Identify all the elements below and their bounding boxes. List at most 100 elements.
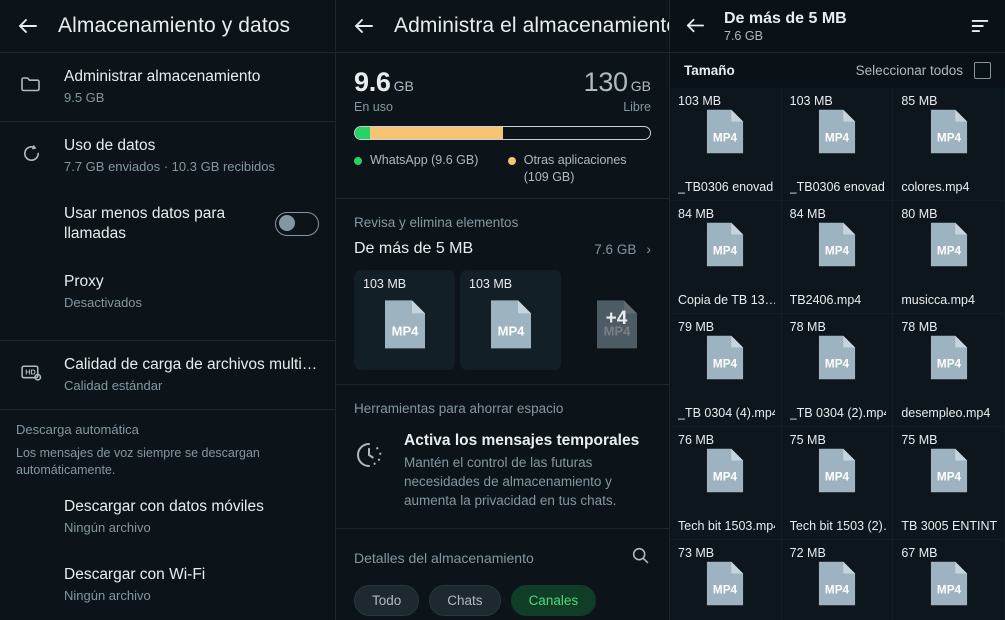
item-title: Uso de datos: [64, 137, 156, 154]
sidebar-item-proxy[interactable]: Proxy Desactivados: [0, 258, 335, 326]
free-unit: GB: [630, 78, 651, 94]
file-cell[interactable]: 67 MB MP4: [893, 540, 1005, 620]
sort-label[interactable]: Tamaño: [684, 63, 735, 78]
file-size: 76 MB: [678, 433, 715, 447]
legend-dot: [354, 157, 362, 165]
page-title: De más de 5 MB: [724, 9, 847, 27]
chip-canales[interactable]: Canales: [510, 585, 597, 616]
used-label: En uso: [354, 100, 393, 114]
mp4-file-icon: MP4: [705, 447, 745, 499]
sidebar-item-data-usage[interactable]: Uso de datos 7.7 GB enviados · 10.3 GB r…: [0, 122, 335, 190]
more-count-label: +4: [605, 307, 628, 329]
mp4-file-icon: MP4: [705, 221, 745, 273]
app-screen: Almacenamiento y datos Administrar almac…: [0, 0, 1005, 620]
low-data-calls-toggle[interactable]: [275, 212, 319, 236]
preview-tile[interactable]: 103 MB MP4: [354, 270, 455, 370]
storage-bar-whatsapp-segment: [355, 127, 370, 139]
legend-item-other-apps: Otras aplicaciones (109 GB): [507, 152, 651, 186]
mp4-file-icon: MP4: [817, 447, 857, 499]
mid-appbar: Administra el almacenamiento: [336, 0, 669, 52]
search-icon[interactable]: [630, 545, 651, 571]
used-value: 9.6: [354, 67, 391, 97]
page-title: Administra el almacenamiento: [394, 14, 670, 37]
file-size: 79 MB: [678, 320, 715, 334]
mp4-file-icon: MP4: [817, 221, 857, 273]
chip-todo[interactable]: Todo: [354, 585, 420, 616]
storage-details-label: Detalles del almacenamiento: [354, 550, 534, 566]
file-cell[interactable]: 103 MB MP4 _TB0306 enovad…: [781, 88, 894, 201]
chevron-right-icon: ›: [646, 241, 651, 257]
file-cell[interactable]: 76 MB MP4 Tech bit 1503.mp4: [670, 427, 782, 540]
file-name: Tech bit 1503 (2)…: [789, 519, 887, 533]
item-title: Usar menos datos para llamadas: [64, 205, 226, 242]
file-cell[interactable]: 78 MB MP4 desempleo.mp4: [893, 314, 1005, 427]
storage-summary: 9.6 GB En uso 130 GB Libre WhatsApp (9.6 G…: [336, 53, 669, 198]
hd-settings-icon: HD: [16, 357, 46, 387]
svg-text:MP4: MP4: [713, 131, 738, 144]
file-name: _TB 0304 (2).mp4: [789, 406, 887, 420]
mp4-file-icon: MP4: [929, 221, 969, 273]
back-arrow-icon[interactable]: [352, 14, 376, 38]
back-arrow-icon[interactable]: [16, 14, 40, 38]
item-subtitle: 7.7 GB enviados · 10.3 GB recibidos: [64, 159, 276, 174]
file-cell[interactable]: 75 MB MP4 TB 3005 ENTINT…: [893, 427, 1005, 540]
file-cell[interactable]: 73 MB MP4: [670, 540, 782, 620]
mp4-file-icon: MP4: [929, 560, 969, 612]
file-cell[interactable]: 79 MB MP4 _TB 0304 (4).mp4: [670, 314, 782, 427]
svg-text:MP4: MP4: [937, 357, 962, 370]
file-cell[interactable]: 84 MB MP4 TB2406.mp4: [781, 201, 894, 314]
mp4-file-icon: MP4: [929, 447, 969, 499]
mp4-file-icon: MP4: [929, 108, 969, 160]
file-name: Copia de TB 13…: [678, 293, 775, 307]
tile-size: 103 MB: [363, 277, 407, 291]
chip-chats[interactable]: Chats: [429, 585, 501, 616]
large-files-pane: De más de 5 MB 7.6 GB Tamaño Seleccionar…: [670, 0, 1005, 620]
file-name: desempleo.mp4: [901, 406, 991, 420]
file-name: TB 3005 ENTINT…: [901, 519, 998, 533]
toggle-knob: [279, 215, 295, 231]
file-grid: 103 MB MP4 _TB0306 enovad… 103 MB MP4 _TB0306…: [670, 88, 1005, 620]
mp4-file-icon: MP4: [705, 560, 745, 612]
sidebar-item-download-wifi[interactable]: Descargar con Wi-Fi Ningún archivo: [0, 551, 335, 619]
file-cell[interactable]: 75 MB MP4 Tech bit 1503 (2)…: [781, 427, 894, 540]
file-cell[interactable]: 85 MB MP4 colores.mp4: [893, 88, 1005, 201]
item-title: Administrar almacenamiento: [64, 68, 261, 85]
file-cell[interactable]: 78 MB MP4 _TB 0304 (2).mp4: [781, 314, 894, 427]
select-all-checkbox[interactable]: [974, 62, 991, 79]
mp4-file-icon: MP4: [705, 334, 745, 386]
file-cell[interactable]: 103 MB MP4 _TB0306 enovad…: [670, 88, 782, 201]
select-all-label[interactable]: Seleccionar todos: [856, 63, 963, 78]
item-title: Descargar con Wi-Fi: [64, 566, 206, 583]
svg-text:MP4: MP4: [825, 244, 850, 257]
sidebar-item-media-upload-quality[interactable]: HD Calidad de carga de archivos multi… C…: [0, 341, 335, 409]
sidebar-item-manage-storage[interactable]: Administrar almacenamiento 9.5 GB: [0, 53, 335, 121]
back-arrow-icon[interactable]: [684, 14, 708, 38]
disappearing-messages-promo[interactable]: Activa los mensajes temporales Mantén el…: [336, 426, 669, 528]
item-title: Calidad de carga de archivos multi…: [64, 356, 318, 373]
svg-text:MP4: MP4: [713, 244, 738, 257]
storage-details-header: Detalles del almacenamiento: [336, 529, 669, 581]
preview-tile-more[interactable]: MP4 +4: [566, 270, 667, 370]
disappearing-messages-icon: [354, 440, 388, 474]
file-name: _TB0306 enovad…: [789, 180, 887, 194]
file-cell[interactable]: 84 MB MP4 Copia de TB 13…: [670, 201, 782, 314]
sidebar-item-low-data-calls[interactable]: Usar menos datos para llamadas: [0, 190, 335, 258]
larger-than-5mb-row[interactable]: De más de 5 MB 7.6 GB ›: [336, 240, 669, 258]
file-cell[interactable]: 80 MB MP4 musicca.mp4: [893, 201, 1005, 314]
storage-bar: [354, 126, 651, 140]
mp4-file-icon: MP4: [817, 560, 857, 612]
tile-size: 103 MB: [469, 277, 513, 291]
review-section-label: Revisa y elimina elementos: [354, 215, 519, 230]
sidebar-item-download-mobile-data[interactable]: Descargar con datos móviles Ningún archi…: [0, 483, 335, 551]
manage-storage-pane: Administra el almacenamiento 9.6 GB En us…: [336, 0, 670, 620]
file-name: musicca.mp4: [901, 293, 975, 307]
storage-bar-other-segment: [369, 127, 503, 139]
svg-text:MP4: MP4: [713, 470, 738, 483]
item-title: Proxy: [64, 273, 104, 290]
file-size: 84 MB: [789, 207, 826, 221]
right-appbar: De más de 5 MB 7.6 GB: [670, 0, 1005, 52]
preview-tile[interactable]: 103 MB MP4: [460, 270, 561, 370]
file-cell[interactable]: 72 MB MP4: [781, 540, 894, 620]
sort-icon[interactable]: [969, 15, 991, 37]
page-subtitle: 7.6 GB: [724, 28, 763, 43]
